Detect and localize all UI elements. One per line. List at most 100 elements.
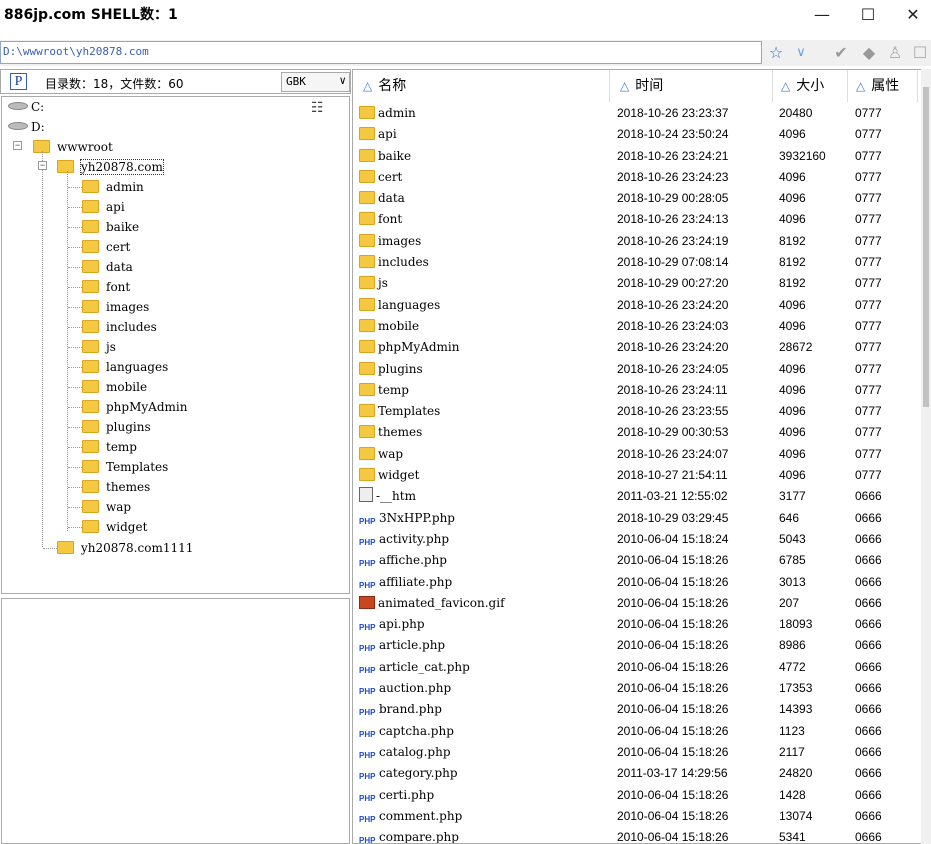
- tree-item-folder[interactable]: admin: [82, 177, 144, 197]
- table-row[interactable]: PHP api.php 2010-06-04 15:18:26 18093 0666: [353, 614, 923, 635]
- favorite-star-icon[interactable]: ☆: [765, 42, 787, 64]
- column-attr[interactable]: △ 属性: [848, 70, 918, 102]
- table-row[interactable]: api 2018-10-24 23:50:24 4096 0777: [353, 124, 923, 145]
- tree-item-folder[interactable]: languages: [82, 357, 168, 377]
- path-input[interactable]: D:\wwwroot\yh20878.com: [0, 41, 762, 64]
- chevron-down-icon[interactable]: ∨: [790, 42, 812, 64]
- table-row[interactable]: PHP affiliate.php 2010-06-04 15:18:26 3013 0…: [353, 572, 923, 593]
- table-row[interactable]: PHP 3NxHPP.php 2018-10-29 03:29:45 646 0666: [353, 508, 923, 529]
- table-row[interactable]: Templates 2018-10-26 23:23:55 4096 0777: [353, 401, 923, 422]
- folder-icon: [82, 360, 99, 373]
- tree-item-folder[interactable]: themes: [82, 477, 150, 497]
- folder-icon: [359, 191, 375, 205]
- scrollbar[interactable]: [921, 69, 931, 844]
- column-name[interactable]: △ 名称: [353, 70, 610, 102]
- tree-item-folder[interactable]: api: [82, 197, 125, 217]
- column-size[interactable]: △ 大小: [773, 70, 848, 102]
- table-row[interactable]: PHP brand.php 2010-06-04 15:18:26 14393 0666: [353, 699, 923, 720]
- file-name: api: [359, 124, 397, 145]
- file-name-label: 3NxHPP.php: [379, 510, 455, 525]
- table-row[interactable]: PHP activity.php 2010-06-04 15:18:24 5043 06…: [353, 529, 923, 550]
- tree-item-site2[interactable]: yh20878.com1111: [57, 538, 193, 558]
- tree-line: [68, 527, 82, 528]
- tree-drive-c[interactable]: C:: [8, 97, 44, 117]
- file-name-label: languages: [378, 297, 441, 312]
- encoding-select[interactable]: GBK ∨: [281, 72, 350, 92]
- file-attr: 0666: [855, 638, 882, 653]
- table-row[interactable]: PHP captcha.php 2010-06-04 15:18:26 1123 066…: [353, 721, 923, 742]
- tree-drive-d[interactable]: D:: [8, 117, 45, 137]
- table-row[interactable]: temp 2018-10-26 23:24:11 4096 0777: [353, 380, 923, 401]
- table-row[interactable]: phpMyAdmin 2018-10-26 23:24:20 28672 0777: [353, 337, 923, 358]
- tree-item-folder[interactable]: font: [82, 277, 130, 297]
- table-row[interactable]: plugins 2018-10-26 23:24:05 4096 0777: [353, 359, 923, 380]
- tree-label: mobile: [106, 380, 148, 394]
- file-time: 2010-06-04 15:18:26: [617, 830, 729, 844]
- p-icon[interactable]: P: [10, 73, 27, 90]
- tree-item-folder[interactable]: data: [82, 257, 133, 277]
- collapse-icon[interactable]: −: [13, 141, 22, 150]
- minimize-button[interactable]: —: [799, 0, 845, 30]
- table-row[interactable]: PHP category.php 2011-03-17 14:29:56 24820 0…: [353, 763, 923, 784]
- table-row[interactable]: PHP comment.php 2010-06-04 15:18:26 13074 06…: [353, 806, 923, 827]
- file-name-label: font: [378, 212, 403, 227]
- folder-icon: [359, 404, 375, 418]
- file-name: themes: [359, 422, 422, 443]
- maximize-button[interactable]: ☐: [845, 0, 891, 30]
- tree-item-folder[interactable]: cert: [82, 237, 130, 257]
- folder-tree[interactable]: ☷ C: D: − wwwroot − yh20878.com admin api…: [1, 96, 350, 594]
- list-view-icon[interactable]: ☷: [311, 100, 324, 116]
- table-row[interactable]: animated_favicon.gif 2010-06-04 15:18:26 2…: [353, 593, 923, 614]
- table-row[interactable]: widget 2018-10-27 21:54:11 4096 0777: [353, 465, 923, 486]
- table-row[interactable]: PHP article.php 2010-06-04 15:18:26 8986 066…: [353, 635, 923, 656]
- table-row[interactable]: cert 2018-10-26 23:24:23 4096 0777: [353, 167, 923, 188]
- column-time[interactable]: △ 时间: [610, 70, 773, 102]
- user-icon[interactable]: ♙: [884, 42, 906, 64]
- tree-item-folder[interactable]: wap: [82, 497, 131, 517]
- tree-item-folder[interactable]: mobile: [82, 377, 147, 397]
- close-button[interactable]: ✕: [890, 0, 931, 30]
- table-row[interactable]: mobile 2018-10-26 23:24:03 4096 0777: [353, 316, 923, 337]
- tree-item-wwwroot[interactable]: wwwroot: [33, 137, 113, 157]
- tree-item-folder[interactable]: images: [82, 297, 149, 317]
- table-row[interactable]: -__htm 2011-03-21 12:55:02 3177 0666: [353, 486, 923, 507]
- table-row[interactable]: baike 2018-10-26 23:24:21 3932160 0777: [353, 146, 923, 167]
- check-icon[interactable]: ✔: [830, 42, 852, 64]
- file-time: 2018-10-26 23:24:11: [617, 382, 728, 397]
- table-row[interactable]: PHP affiche.php 2010-06-04 15:18:26 6785 066…: [353, 550, 923, 571]
- file-size: 3013: [779, 574, 806, 589]
- tree-item-folder[interactable]: widget: [82, 517, 147, 537]
- collapse-icon[interactable]: −: [38, 161, 47, 170]
- table-row[interactable]: admin 2018-10-26 23:23:37 20480 0777: [353, 103, 923, 124]
- tree-item-folder[interactable]: baike: [82, 217, 139, 237]
- file-icon: [359, 487, 373, 503]
- scroll-thumb[interactable]: [923, 87, 929, 407]
- table-row[interactable]: font 2018-10-26 23:24:13 4096 0777: [353, 209, 923, 230]
- table-row[interactable]: PHP compare.php 2010-06-04 15:18:26 5341 066…: [353, 827, 923, 844]
- tree-item-folder[interactable]: js: [82, 337, 116, 357]
- file-size: 3177: [779, 489, 806, 504]
- table-row[interactable]: PHP certi.php 2010-06-04 15:18:26 1428 0666: [353, 785, 923, 806]
- table-row[interactable]: themes 2018-10-29 00:30:53 4096 0777: [353, 422, 923, 443]
- tree-item-folder[interactable]: temp: [82, 437, 137, 457]
- table-row[interactable]: wap 2018-10-26 23:24:07 4096 0777: [353, 444, 923, 465]
- window-icon[interactable]: ☐: [910, 42, 930, 64]
- tree-item-folder[interactable]: phpMyAdmin: [82, 397, 187, 417]
- tree-item-folder[interactable]: Templates: [82, 457, 168, 477]
- table-row[interactable]: PHP auction.php 2010-06-04 15:18:26 17353 06…: [353, 678, 923, 699]
- table-row[interactable]: data 2018-10-29 00:28:05 4096 0777: [353, 188, 923, 209]
- table-row[interactable]: languages 2018-10-26 23:24:20 4096 0777: [353, 295, 923, 316]
- table-row[interactable]: includes 2018-10-29 07:08:14 8192 0777: [353, 252, 923, 273]
- folder-icon: [82, 180, 99, 193]
- tree-item-folder[interactable]: plugins: [82, 417, 151, 437]
- table-row[interactable]: PHP catalog.php 2010-06-04 15:18:26 2117 066…: [353, 742, 923, 763]
- table-row[interactable]: PHP article_cat.php 2010-06-04 15:18:26 477…: [353, 657, 923, 678]
- tree-item-folder[interactable]: includes: [82, 317, 157, 337]
- tree-item-site[interactable]: yh20878.com: [57, 157, 164, 177]
- tree-label: widget: [106, 520, 148, 534]
- back-arrow-icon[interactable]: ◆: [858, 42, 880, 64]
- file-time: 2018-10-26 23:24:20: [617, 340, 729, 355]
- php-file-icon: PHP: [359, 580, 376, 590]
- table-row[interactable]: js 2018-10-29 00:27:20 8192 0777: [353, 273, 923, 294]
- table-row[interactable]: images 2018-10-26 23:24:19 8192 0777: [353, 231, 923, 252]
